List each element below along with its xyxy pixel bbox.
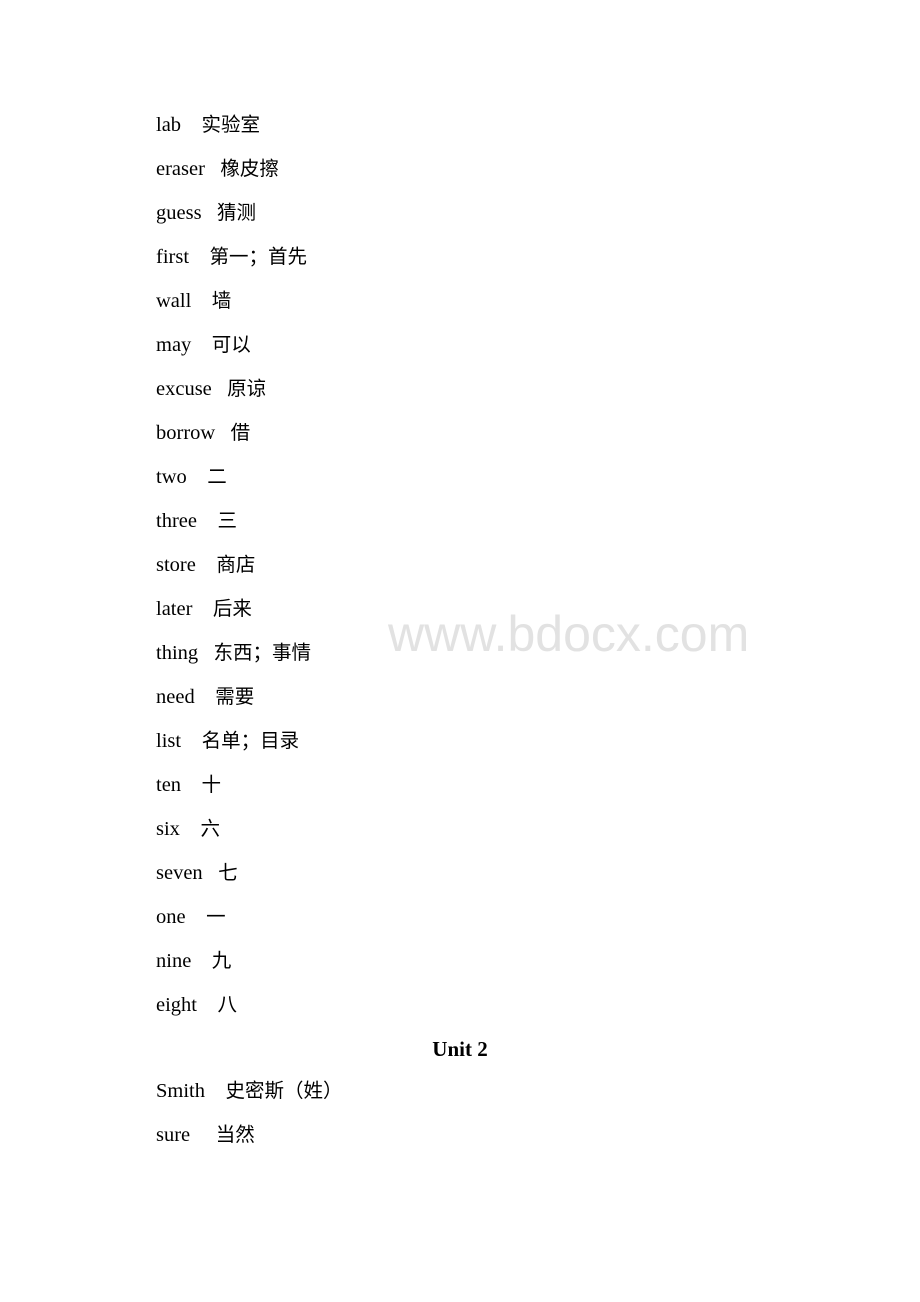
english-word: may — [156, 334, 192, 356]
vocab-entry: eraser 橡皮擦 — [156, 154, 279, 184]
english-word: wall — [156, 290, 192, 312]
english-word: one — [156, 906, 186, 928]
document-page: www.bdocx.com lab 实验室 eraser 橡皮擦 guess 猜测 f… — [0, 0, 920, 1302]
chinese-meaning: 一 — [206, 905, 226, 928]
english-word: seven — [156, 862, 203, 884]
english-word: first — [156, 246, 190, 268]
vocab-entry: three 三 — [156, 506, 237, 536]
chinese-meaning: 三 — [217, 509, 237, 532]
chinese-meaning: 十 — [201, 773, 222, 796]
vocab-entry: seven 七 — [156, 858, 238, 888]
vocab-entry: ten 十 — [156, 770, 221, 800]
chinese-meaning: 二 — [207, 465, 227, 488]
chinese-meaning: 借 — [230, 421, 251, 444]
english-word: eight — [156, 994, 197, 1016]
english-word: borrow — [156, 422, 216, 444]
english-word: Smith — [156, 1080, 205, 1102]
english-word: nine — [156, 950, 192, 972]
chinese-meaning: 猜测 — [216, 201, 256, 224]
vocab-entry: eight 八 — [156, 990, 237, 1020]
english-word: list — [156, 730, 182, 752]
english-word: two — [156, 466, 187, 488]
chinese-meaning: 第一；首先 — [209, 245, 308, 268]
english-word: six — [156, 818, 180, 840]
vocab-entry: six 六 — [156, 814, 220, 844]
english-word: later — [156, 598, 193, 620]
chinese-meaning: 八 — [217, 993, 238, 1016]
vocab-entry: first 第一；首先 — [156, 242, 307, 272]
chinese-meaning: 史密斯（姓） — [225, 1079, 343, 1102]
chinese-meaning: 实验室 — [201, 113, 261, 136]
vocab-entry: list 名单；目录 — [156, 726, 299, 756]
vocab-entry: sure 当然 — [156, 1120, 255, 1150]
chinese-meaning: 九 — [211, 949, 232, 972]
english-word: excuse — [156, 378, 212, 400]
vocab-entry: may 可以 — [156, 330, 251, 360]
vocab-entry: borrow 借 — [156, 418, 250, 448]
chinese-meaning: 墙 — [211, 289, 232, 312]
watermark: www.bdocx.com — [388, 606, 750, 662]
english-word: ten — [156, 774, 182, 796]
unit-2-heading: Unit 2 — [432, 1037, 488, 1061]
vocab-entry: excuse 原谅 — [156, 374, 266, 404]
vocab-entry: one 一 — [156, 902, 226, 932]
english-word: store — [156, 554, 196, 576]
chinese-meaning: 名单；目录 — [201, 729, 300, 752]
vocab-entry: Smith 史密斯（姓） — [156, 1076, 343, 1106]
vocab-entry: store 商店 — [156, 550, 255, 580]
chinese-meaning: 东西；事情 — [213, 641, 312, 664]
english-word: thing — [156, 642, 199, 664]
chinese-meaning: 橡皮擦 — [220, 157, 279, 180]
chinese-meaning: 六 — [200, 817, 220, 840]
vocab-entry: nine 九 — [156, 946, 231, 976]
chinese-meaning: 可以 — [211, 333, 251, 356]
vocab-entry: wall 墙 — [156, 286, 231, 316]
chinese-meaning: 原谅 — [227, 377, 267, 400]
english-word: three — [156, 510, 197, 532]
vocab-entry: two 二 — [156, 462, 227, 492]
chinese-meaning: 需要 — [215, 685, 255, 708]
english-word: lab — [156, 114, 182, 136]
chinese-meaning: 后来 — [212, 597, 252, 620]
english-word: eraser — [156, 158, 205, 180]
vocab-entry: lab 实验室 — [156, 110, 260, 140]
vocab-entry: guess 猜测 — [156, 198, 256, 228]
chinese-meaning: 当然 — [215, 1123, 255, 1146]
chinese-meaning: 商店 — [216, 553, 256, 576]
english-word: need — [156, 686, 195, 708]
english-word: guess — [156, 202, 202, 224]
vocab-entry: need 需要 — [156, 682, 254, 712]
vocab-entry: thing 东西；事情 — [156, 638, 311, 668]
chinese-meaning: 七 — [218, 861, 238, 884]
english-word: sure — [156, 1124, 191, 1146]
vocab-entry: later 后来 — [156, 594, 252, 624]
